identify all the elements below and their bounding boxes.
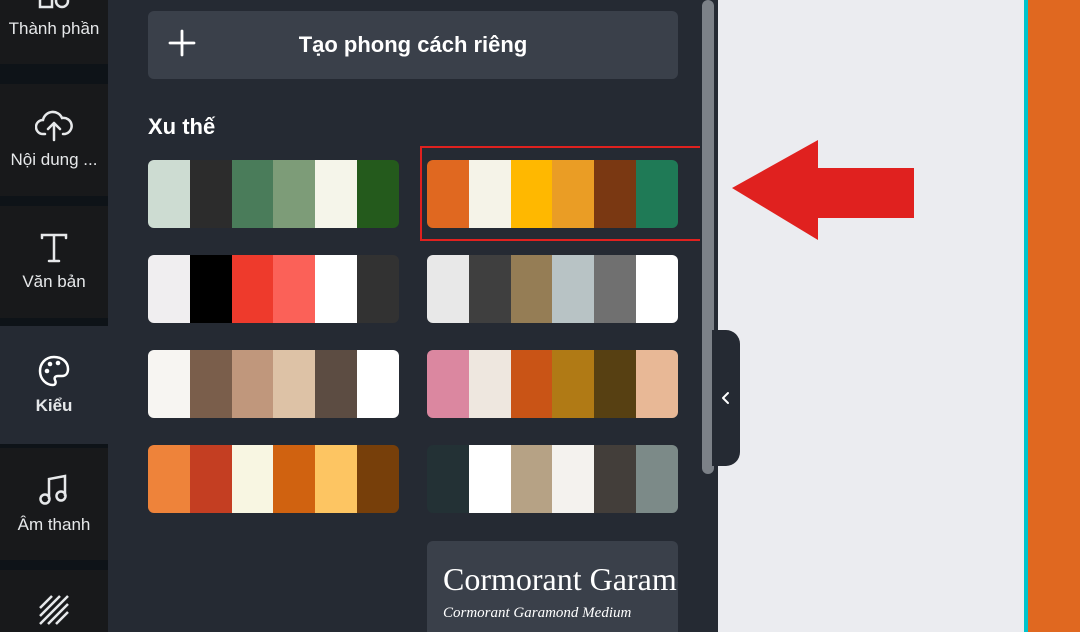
color-swatch <box>552 445 595 513</box>
color-swatch <box>468 350 511 418</box>
sidebar-item-background[interactable] <box>0 570 108 632</box>
color-swatch <box>427 350 469 418</box>
highlight-annotation-box <box>420 146 714 241</box>
color-swatch <box>468 445 511 513</box>
color-swatch <box>636 445 678 513</box>
color-palette-option[interactable] <box>148 255 399 323</box>
sidebar-item-uploads[interactable]: Nội dung ... <box>0 84 108 196</box>
color-swatch <box>189 350 232 418</box>
palette-icon <box>38 355 70 387</box>
sidebar-item-label: Kiểu <box>35 396 73 415</box>
color-swatch <box>594 445 637 513</box>
color-swatch <box>357 445 399 513</box>
color-swatch <box>148 160 190 228</box>
color-swatch <box>552 350 595 418</box>
color-palette-option[interactable] <box>427 255 678 323</box>
red-arrow-annotation <box>732 140 914 240</box>
chevron-left-icon <box>722 392 729 404</box>
color-swatch <box>510 350 553 418</box>
background-pattern-icon <box>39 595 69 625</box>
color-swatch <box>231 445 274 513</box>
sidebar-item-text[interactable]: Văn bản <box>0 206 108 318</box>
color-swatch <box>510 445 553 513</box>
sidebar-item-label: Thành phần <box>8 19 100 38</box>
collapse-panel-button[interactable] <box>712 330 740 466</box>
color-swatch <box>315 445 358 513</box>
create-style-label: Tạo phong cách riêng <box>298 32 528 57</box>
color-swatch <box>148 255 190 323</box>
elements-icon <box>38 0 70 9</box>
color-palette-option[interactable] <box>148 445 399 513</box>
design-canvas[interactable] <box>718 0 1026 632</box>
color-swatch <box>231 255 274 323</box>
color-swatch <box>273 350 316 418</box>
color-swatch <box>189 445 232 513</box>
color-swatch <box>357 255 399 323</box>
sidebar-item-elements[interactable]: Thành phần <box>0 0 108 64</box>
section-title-trending: Xu thế <box>148 114 216 139</box>
sidebar-item-label: Văn bản <box>22 272 86 291</box>
color-swatch <box>273 255 316 323</box>
plus-icon <box>168 29 196 57</box>
color-swatch <box>510 255 553 323</box>
color-swatch <box>427 255 469 323</box>
color-swatch <box>315 350 358 418</box>
color-swatch <box>148 350 190 418</box>
color-swatch <box>189 160 232 228</box>
color-swatch <box>231 160 274 228</box>
canvas-orange-page[interactable] <box>1028 0 1080 632</box>
sidebar-item-label: Âm thanh <box>17 515 91 534</box>
color-swatch <box>315 160 358 228</box>
color-palette-option[interactable] <box>427 445 678 513</box>
create-style-button[interactable]: Tạo phong cách riêng <box>148 11 678 79</box>
left-rail: Thành phần Nội dung ... Văn bản Kiểu Âm … <box>0 0 108 632</box>
color-swatch <box>273 160 316 228</box>
styles-panel: Tạo phong cách riêng Xu thế Cormorant Ga… <box>108 0 700 632</box>
color-swatch <box>273 445 316 513</box>
color-palette-option[interactable] <box>427 350 678 418</box>
font-heading-preview: Cormorant Garamond <box>443 561 678 597</box>
color-swatch <box>594 255 637 323</box>
font-subheading-preview: Cormorant Garamond Medium <box>443 605 632 621</box>
color-swatch <box>636 350 678 418</box>
color-swatch <box>148 445 190 513</box>
color-swatch <box>427 445 469 513</box>
font-pairing-card[interactable]: Cormorant Garamond Cormorant Garamond Me… <box>427 541 678 632</box>
sidebar-item-audio[interactable]: Âm thanh <box>0 448 108 560</box>
color-swatch <box>594 350 637 418</box>
sidebar-item-label: Nội dung ... <box>10 150 98 169</box>
color-swatch <box>315 255 358 323</box>
color-swatch <box>189 255 232 323</box>
color-swatch <box>468 255 511 323</box>
color-swatch <box>552 255 595 323</box>
music-note-icon <box>39 474 67 505</box>
color-palette-option[interactable] <box>148 350 399 418</box>
color-swatch <box>636 255 678 323</box>
color-swatch <box>231 350 274 418</box>
upload-cloud-icon <box>35 110 73 142</box>
color-swatch <box>357 160 399 228</box>
text-icon <box>40 233 68 263</box>
color-swatch <box>357 350 399 418</box>
color-palette-option[interactable] <box>148 160 399 228</box>
sidebar-item-styles[interactable]: Kiểu <box>0 326 108 444</box>
